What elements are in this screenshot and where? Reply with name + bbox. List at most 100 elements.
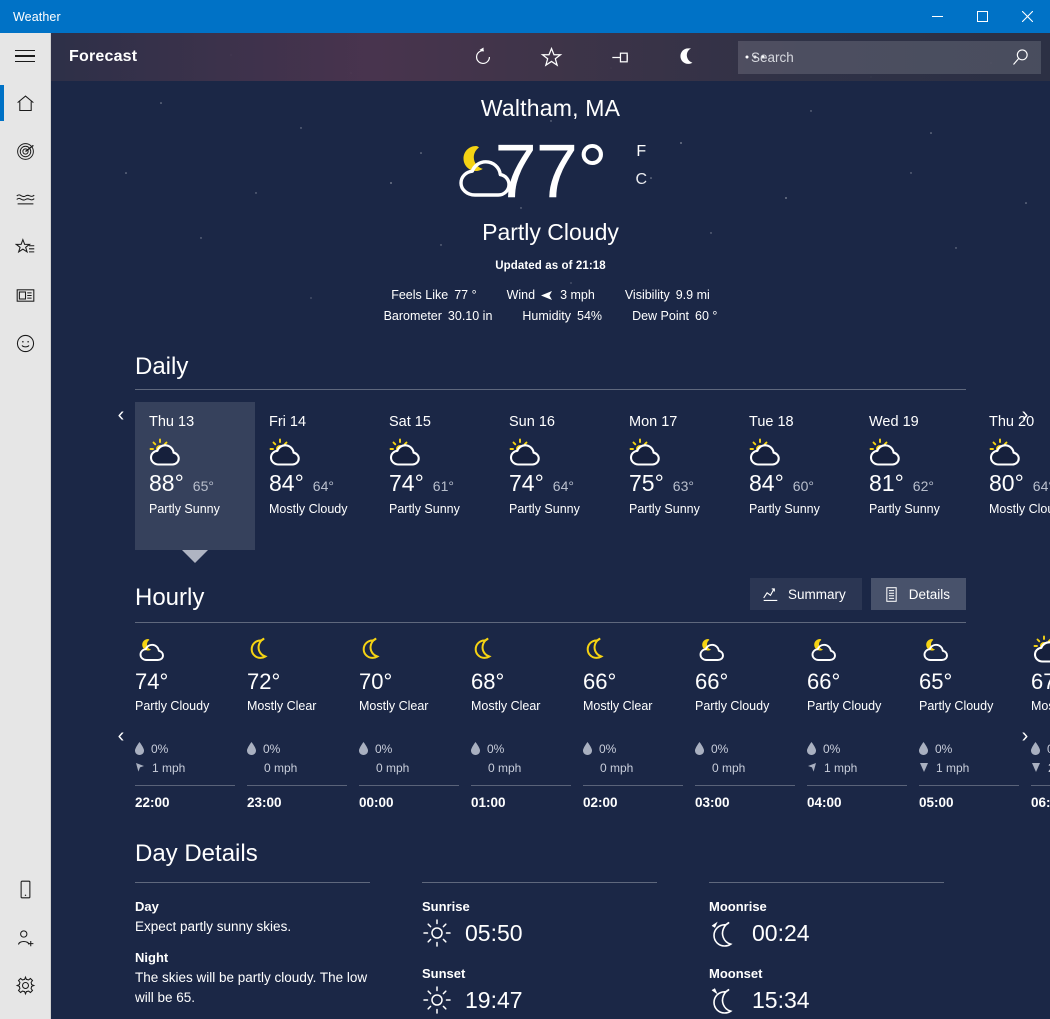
daily-day-label: Mon 17 xyxy=(629,414,678,430)
stat-value: 30.10 in xyxy=(447,309,493,323)
hourly-wind-value: 0 mph xyxy=(600,760,634,775)
pin-button[interactable] xyxy=(585,33,653,81)
refresh-button[interactable] xyxy=(449,33,517,81)
minimize-button[interactable] xyxy=(915,0,960,33)
hourly-precipitation: 0% xyxy=(247,739,359,758)
moonset-icon xyxy=(709,985,739,1015)
water-drop-icon xyxy=(471,742,480,755)
daily-card[interactable]: Tue 18 84° 60° Partly Sunny xyxy=(735,402,855,550)
stat-wind: Wind 3 mph xyxy=(507,285,595,306)
hourly-meta: 0% 0 mph xyxy=(247,739,359,777)
sidebar-item-favorites[interactable] xyxy=(0,223,51,271)
column-divider xyxy=(135,882,370,883)
hourly-card[interactable]: 65° Partly Cloudy 0% 1 mph 05:00 xyxy=(919,633,1031,810)
daily-next-button[interactable]: › xyxy=(1012,402,1038,428)
hourly-time: 00:00 xyxy=(359,795,394,810)
daily-condition: Mostly Cloudy xyxy=(989,502,1050,516)
column-divider xyxy=(422,882,657,883)
sidebar-item-life[interactable] xyxy=(0,319,51,367)
close-button[interactable] xyxy=(1005,0,1050,33)
favorite-button[interactable] xyxy=(517,33,585,81)
search-box[interactable] xyxy=(738,41,1041,74)
sun-behind-cloud-icon xyxy=(987,438,1050,468)
daily-low: 63° xyxy=(672,478,694,494)
summary-chart-icon xyxy=(762,586,779,603)
hourly-temperature: 68° xyxy=(471,669,505,694)
moonset-label: Moonset xyxy=(709,966,763,981)
daily-card[interactable]: Fri 14 84° 64° Mostly Cloudy xyxy=(255,402,375,550)
daily-temps: 81° 62° xyxy=(869,470,975,497)
hourly-precipitation: 0% xyxy=(471,739,583,758)
hourly-card[interactable]: 66° Partly Cloudy 0% 0 mph 03:00 xyxy=(695,633,807,810)
current-conditions: Waltham, MA 77° F C Partly Cloudy Update… xyxy=(51,81,1050,327)
hourly-card[interactable]: 66° Mostly Clear 0% 0 mph 02:00 xyxy=(583,633,695,810)
sunrise-time: 05:50 xyxy=(465,919,523,946)
hourly-card[interactable]: 74° Partly Cloudy 0% 1 mph 22:00 xyxy=(135,633,247,810)
hourly-details-label: Details xyxy=(908,586,950,602)
hourly-details-button[interactable]: Details xyxy=(870,578,966,610)
daily-card[interactable]: Sun 16 74° 64° Partly Sunny xyxy=(495,402,615,550)
search-icon[interactable] xyxy=(1005,47,1035,68)
moonset-time: 15:34 xyxy=(752,986,810,1013)
moon-partly-cloudy-icon xyxy=(919,633,1031,667)
sidebar-item-get-the-app[interactable] xyxy=(0,865,51,913)
hourly-temperature: 72° xyxy=(247,669,281,694)
hourly-wind-value: 1 mph xyxy=(152,760,186,775)
mobile-device-icon xyxy=(15,879,36,900)
daily-high: 84° xyxy=(749,470,784,496)
sunrise-row: 05:50 xyxy=(422,918,657,948)
hourly-condition: Mostly Clear xyxy=(583,699,653,713)
hourly-temperature: 67 xyxy=(1031,669,1050,694)
hamburger-menu-button[interactable] xyxy=(0,33,51,79)
hourly-card[interactable]: 67 Mos 0 2 xyxy=(1031,633,1050,810)
daily-card[interactable]: Thu 13 88° 65° Partly Sunny xyxy=(135,402,255,563)
hourly-condition: Partly Cloudy xyxy=(135,699,210,713)
sidebar-item-maps[interactable] xyxy=(0,127,51,175)
daily-prev-button[interactable]: ‹ xyxy=(108,402,134,428)
hourly-precip-value: 0% xyxy=(375,741,393,756)
hourly-wind-value: 0 mph xyxy=(488,760,522,775)
degree-symbol: ° xyxy=(577,129,607,214)
sidebar-item-home[interactable] xyxy=(0,79,51,127)
hourly-next-button[interactable]: › xyxy=(1012,723,1038,749)
smiley-face-icon xyxy=(15,333,36,354)
hourly-card-divider xyxy=(919,785,1019,786)
unit-fahrenheit[interactable]: F xyxy=(636,138,648,166)
sidebar-item-historical-weather[interactable] xyxy=(0,175,51,223)
hourly-condition: Partly Cloudy xyxy=(807,699,882,713)
sun-behind-cloud-icon xyxy=(747,438,855,468)
sidebar-item-settings[interactable] xyxy=(0,961,51,1009)
stat-barometer: Barometer 30.10 in xyxy=(384,306,493,327)
sidebar-item-news[interactable] xyxy=(0,271,51,319)
daily-card[interactable]: Sat 15 74° 61° Partly Sunny xyxy=(375,402,495,550)
daily-card[interactable]: Wed 19 81° 62° Partly Sunny xyxy=(855,402,975,550)
hourly-card[interactable]: 70° Mostly Clear 0% 0 mph 00:00 xyxy=(359,633,471,810)
night-mode-button[interactable] xyxy=(653,33,721,81)
sidebar-bottom-group xyxy=(0,865,51,1019)
sidebar-item-account[interactable] xyxy=(0,913,51,961)
stats-row: Barometer 30.10 in Humidity 54% Dew Poin… xyxy=(384,306,718,327)
water-drop-icon xyxy=(135,742,144,755)
stat-dew-point: Dew Point 60 ° xyxy=(632,306,717,327)
hourly-card[interactable]: 72° Mostly Clear 0% 0 mph 23:00 xyxy=(247,633,359,810)
hourly-card[interactable]: 68° Mostly Clear 0% 0 mph 01:00 xyxy=(471,633,583,810)
hamburger-icon xyxy=(15,46,35,67)
hourly-summary-button[interactable]: Summary xyxy=(749,578,862,610)
water-drop-icon xyxy=(695,742,704,755)
hourly-card[interactable]: 66° Partly Cloudy 0% 1 mph 04:00 xyxy=(807,633,919,810)
wind-arrow-icon xyxy=(807,762,817,773)
daily-temps: 80° 64° xyxy=(989,470,1050,497)
hourly-meta: 0% 1 mph xyxy=(135,739,247,777)
hourly-prev-button[interactable]: ‹ xyxy=(108,723,134,749)
day-details-columns: Day Expect partly sunny skies. Night The… xyxy=(51,882,1050,1019)
daily-condition: Partly Sunny xyxy=(389,502,460,516)
daily-card[interactable]: Mon 17 75° 63° Partly Sunny xyxy=(615,402,735,550)
unit-celsius[interactable]: C xyxy=(636,166,648,194)
maximize-button[interactable] xyxy=(960,0,1005,33)
stat-feels-like: Feels Like 77 ° xyxy=(391,285,476,306)
moon-partly-cloudy-icon xyxy=(807,633,919,667)
hourly-wind: 0 mph xyxy=(583,758,695,777)
search-input[interactable] xyxy=(751,50,1005,65)
unit-toggle[interactable]: F C xyxy=(636,138,648,194)
hourly-meta: 0% 0 mph xyxy=(471,739,583,777)
